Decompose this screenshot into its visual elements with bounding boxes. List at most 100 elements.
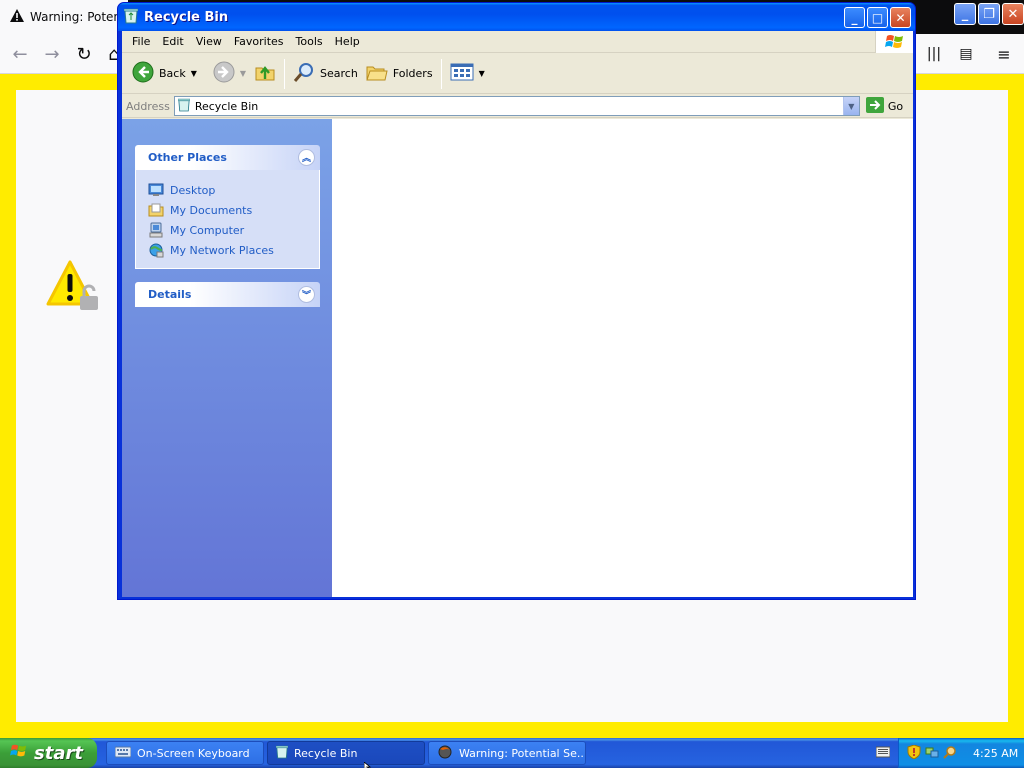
library-icon[interactable]: ||| <box>920 40 948 68</box>
link-label: My Documents <box>170 203 253 217</box>
recycle-bin-window: Recycle Bin _ □ ✕ File Edit View Favorit… <box>117 2 916 600</box>
back-button[interactable]: Back ▼ <box>128 58 201 90</box>
address-label: Address <box>126 99 170 113</box>
details-header[interactable]: Details ︾ <box>135 282 320 307</box>
address-dropdown-button[interactable]: ▼ <box>842 97 859 115</box>
link-label: My Network Places <box>170 243 274 257</box>
link-my-network-places[interactable]: My Network Places <box>148 240 309 260</box>
folder-up-icon <box>254 61 276 86</box>
firefox-icon <box>437 745 453 762</box>
collapse-icon[interactable]: ︽ <box>298 149 315 166</box>
recycle-bin-icon <box>123 8 139 27</box>
desktop-icon <box>148 182 164 198</box>
chevron-down-icon: ▼ <box>478 69 485 78</box>
network-places-icon <box>148 242 164 258</box>
close-button[interactable]: ✕ <box>890 7 911 28</box>
browser-window-controls: _ ❐ ✕ <box>954 3 1024 25</box>
menu-edit[interactable]: Edit <box>156 35 189 48</box>
security-warning-icon <box>46 260 102 315</box>
views-icon <box>450 62 474 85</box>
forward-button[interactable]: ▼ <box>209 58 250 90</box>
address-input[interactable]: Recycle Bin ▼ <box>173 96 860 116</box>
browser-close-button[interactable]: ✕ <box>1002 3 1024 25</box>
window-title: Recycle Bin <box>144 9 229 25</box>
link-my-computer[interactable]: My Computer <box>148 220 309 240</box>
my-computer-icon <box>148 222 164 238</box>
start-button[interactable]: start <box>0 738 97 768</box>
go-arrow-icon <box>865 96 884 116</box>
start-label: start <box>34 742 83 764</box>
folders-icon <box>366 61 388 86</box>
network-icon[interactable] <box>925 745 939 762</box>
search-icon <box>293 61 315 86</box>
taskbar-item-label: On-Screen Keyboard <box>137 746 250 760</box>
details-title: Details <box>148 288 192 301</box>
taskbar-item-on-screen-keyboard[interactable]: On-Screen Keyboard <box>106 741 264 765</box>
other-places-list: Desktop My Documents My Computer My Netw… <box>135 170 320 269</box>
expand-icon[interactable]: ︾ <box>298 286 315 303</box>
link-my-documents[interactable]: My Documents <box>148 200 309 220</box>
views-button[interactable]: ▼ <box>446 58 489 90</box>
go-label: Go <box>887 99 904 113</box>
browser-minimize-button[interactable]: _ <box>954 3 976 25</box>
my-documents-icon <box>148 202 164 218</box>
system-tray: 4:25 AM <box>898 738 1024 768</box>
back-arrow-icon <box>132 61 154 86</box>
link-desktop[interactable]: Desktop <box>148 180 309 200</box>
chevron-down-icon[interactable]: ▼ <box>191 69 197 78</box>
toolbar-separator <box>284 58 286 89</box>
keyboard-icon <box>114 746 132 761</box>
warning-icon <box>10 9 24 25</box>
menu-help[interactable]: Help <box>329 35 366 48</box>
other-places-header[interactable]: Other Places ︽ <box>135 145 320 170</box>
taskbar-item-recycle-bin[interactable]: Recycle Bin <box>267 741 425 765</box>
up-button[interactable] <box>250 58 280 90</box>
browser-tab[interactable]: Warning: Potentia <box>0 0 128 34</box>
other-places-title: Other Places <box>148 151 227 164</box>
taskbar-item-firefox-warning[interactable]: Warning: Potential Se... <box>428 741 586 765</box>
security-shield-icon[interactable] <box>907 743 921 762</box>
folders-button[interactable]: Folders <box>362 58 437 90</box>
toolbar-separator <box>440 58 442 89</box>
window-titlebar[interactable]: Recycle Bin _ □ ✕ <box>118 3 915 31</box>
windows-flag-icon <box>875 31 913 53</box>
folders-label: Folders <box>392 67 433 80</box>
back-label: Back <box>159 67 186 80</box>
details-panel: Details ︾ <box>135 282 320 307</box>
sidebar-icon[interactable]: ▤ <box>952 40 980 68</box>
menu-bar: File Edit View Favorites Tools Help <box>122 31 913 53</box>
address-value: Recycle Bin <box>194 99 259 113</box>
window-body: File Edit View Favorites Tools Help Back… <box>122 31 913 597</box>
menu-tools[interactable]: Tools <box>290 35 329 48</box>
link-label: Desktop <box>170 183 216 197</box>
taskbar: start On-Screen Keyboard Recycle Bin War… <box>0 738 1024 768</box>
address-bar: Address Recycle Bin ▼ Go <box>122 95 913 118</box>
search-icon[interactable] <box>943 745 957 762</box>
recycle-bin-icon <box>177 98 191 115</box>
window-controls: _ □ ✕ <box>844 7 911 28</box>
search-label: Search <box>320 67 358 80</box>
browser-restore-button[interactable]: ❐ <box>978 3 1000 25</box>
menu-icon[interactable]: ≡ <box>990 40 1018 68</box>
menu-file[interactable]: File <box>126 35 156 48</box>
maximize-button[interactable]: □ <box>867 7 888 28</box>
clock[interactable]: 4:25 AM <box>973 747 1018 760</box>
taskbar-item-label: Warning: Potential Se... <box>459 746 586 760</box>
forward-arrow-icon[interactable]: → <box>38 40 66 68</box>
menu-favorites[interactable]: Favorites <box>228 35 290 48</box>
file-list-area[interactable] <box>332 119 913 597</box>
keyboard-tray-icon[interactable] <box>875 746 891 758</box>
standard-toolbar: Back ▼ ▼ Search Folders ▼ <box>122 54 913 94</box>
back-arrow-icon[interactable]: ← <box>6 40 34 68</box>
mouse-cursor <box>363 760 374 768</box>
minimize-button[interactable]: _ <box>844 7 865 28</box>
menu-view[interactable]: View <box>190 35 228 48</box>
link-label: My Computer <box>170 223 245 237</box>
reload-icon[interactable]: ↻ <box>70 40 98 68</box>
recycle-bin-icon <box>275 745 289 762</box>
forward-arrow-icon <box>213 61 235 86</box>
go-button[interactable]: Go <box>865 96 904 116</box>
taskbar-item-label: Recycle Bin <box>294 746 358 760</box>
search-button[interactable]: Search <box>289 58 362 90</box>
task-pane: Other Places ︽ Desktop My Documents My C… <box>122 119 332 597</box>
